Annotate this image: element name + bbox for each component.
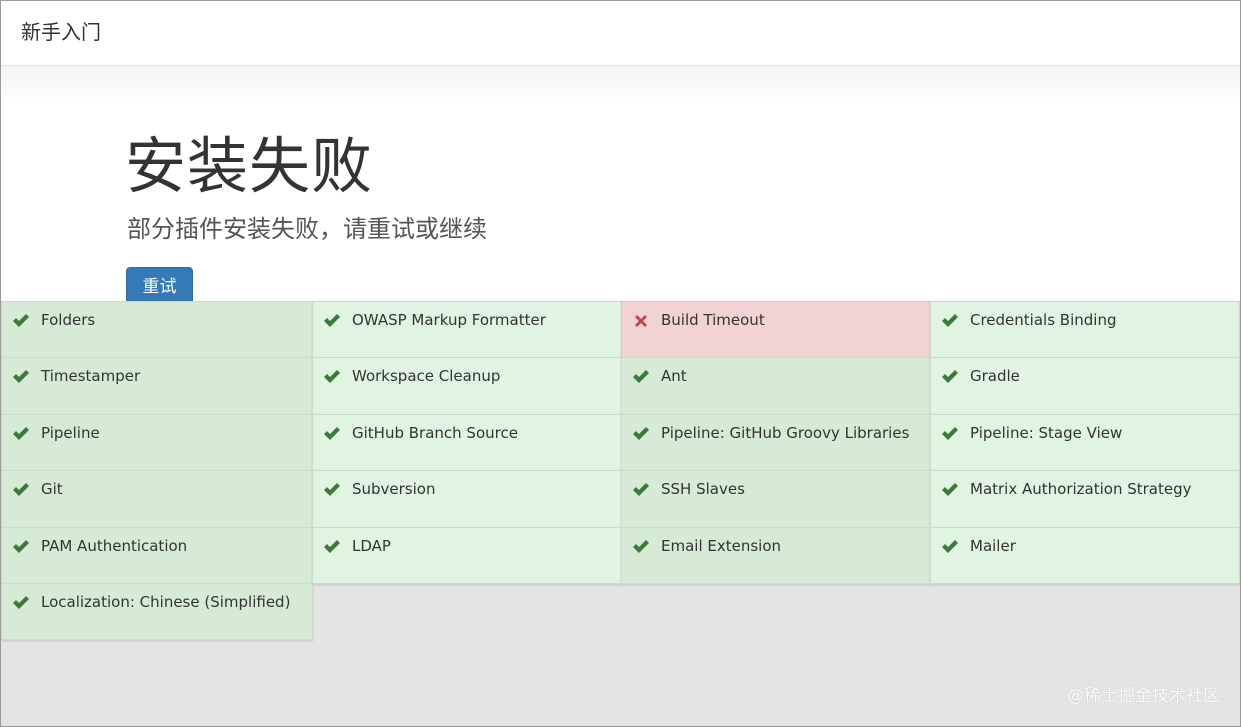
plugin-name: Git (41, 480, 63, 498)
check-icon (324, 370, 340, 383)
plugin-name: Timestamper (41, 367, 141, 385)
plugin-name: Subversion (352, 480, 436, 498)
page-title: 新手入门 (21, 20, 101, 44)
plugin-tile: OWASP Markup Formatter (312, 301, 622, 358)
plugin-tile: Gradle (930, 357, 1240, 415)
plugin-tile: Credentials Binding (930, 301, 1240, 358)
plugin-name: Localization: Chinese (Simplified) (41, 593, 291, 611)
check-icon (633, 483, 649, 496)
check-icon (633, 370, 649, 383)
plugin-tile: Workspace Cleanup (312, 357, 622, 415)
check-icon (942, 540, 958, 553)
plugin-name: OWASP Markup Formatter (352, 311, 546, 329)
plugin-tile: Timestamper (1, 357, 313, 415)
plugin-tile: Pipeline: Stage View (930, 414, 1240, 471)
plugin-tile: Ant (621, 357, 931, 415)
hero-section: 安装失败 部分插件安装失败，请重试或继续 重试 (1, 66, 1240, 307)
check-icon (942, 370, 958, 383)
plugin-tile: SSH Slaves (621, 470, 931, 528)
setup-wizard-window: 新手入门 安装失败 部分插件安装失败，请重试或继续 重试 Folders OWAS… (0, 0, 1241, 727)
install-failed-heading: 安装失败 (125, 131, 374, 202)
plugin-name: Email Extension (661, 537, 782, 555)
plugin-tile: Matrix Authorization Strategy (930, 470, 1240, 528)
check-icon (324, 314, 340, 327)
plugin-tile: Pipeline (1, 414, 313, 471)
plugin-name: Matrix Authorization Strategy (970, 480, 1192, 498)
check-icon (942, 427, 958, 440)
plugin-name: Mailer (970, 537, 1016, 555)
plugin-name: Pipeline (41, 424, 100, 442)
plugin-name: Pipeline: Stage View (970, 424, 1123, 442)
plugin-tile: Email Extension (621, 527, 931, 584)
check-icon (13, 540, 29, 553)
plugin-name: Folders (41, 311, 96, 329)
plugin-name: Pipeline: GitHub Groovy Libraries (661, 424, 910, 442)
plugin-tile: Subversion (312, 470, 622, 528)
check-icon (13, 596, 29, 609)
plugin-tile: LDAP (312, 527, 622, 584)
plugin-tile: GitHub Branch Source (312, 414, 622, 471)
header: 新手入门 (1, 1, 1240, 66)
check-icon (942, 483, 958, 496)
plugin-name: PAM Authentication (41, 537, 188, 555)
install-failed-subtitle: 部分插件安装失败，请重试或继续 (127, 215, 487, 243)
check-icon (13, 427, 29, 440)
plugin-tile: Pipeline: GitHub Groovy Libraries (621, 414, 931, 471)
check-icon (324, 540, 340, 553)
plugin-name: Workspace Cleanup (352, 367, 501, 385)
check-icon (942, 314, 958, 327)
plugin-name: Build Timeout (661, 311, 765, 329)
plugin-tile: Localization: Chinese (Simplified) (1, 583, 313, 640)
check-icon (13, 483, 29, 496)
plugin-tile: PAM Authentication (1, 527, 313, 584)
check-icon (324, 427, 340, 440)
check-icon (324, 483, 340, 496)
check-icon (13, 370, 29, 383)
check-icon (633, 540, 649, 553)
plugin-name: Ant (661, 367, 687, 385)
plugin-name: SSH Slaves (661, 480, 745, 498)
plugin-tile: Folders (1, 301, 313, 358)
plugin-tile: Git (1, 470, 313, 528)
plugin-tile: Mailer (930, 527, 1240, 584)
plugin-name: Gradle (970, 367, 1020, 385)
watermark: @稀土掘金技术社区 (1067, 686, 1220, 706)
check-icon (633, 427, 649, 440)
cross-icon (635, 315, 647, 327)
plugin-name: Credentials Binding (970, 311, 1117, 329)
check-icon (13, 314, 29, 327)
plugin-name: LDAP (352, 537, 391, 555)
plugin-name: GitHub Branch Source (352, 424, 518, 442)
plugin-tile: Build Timeout (621, 301, 931, 358)
